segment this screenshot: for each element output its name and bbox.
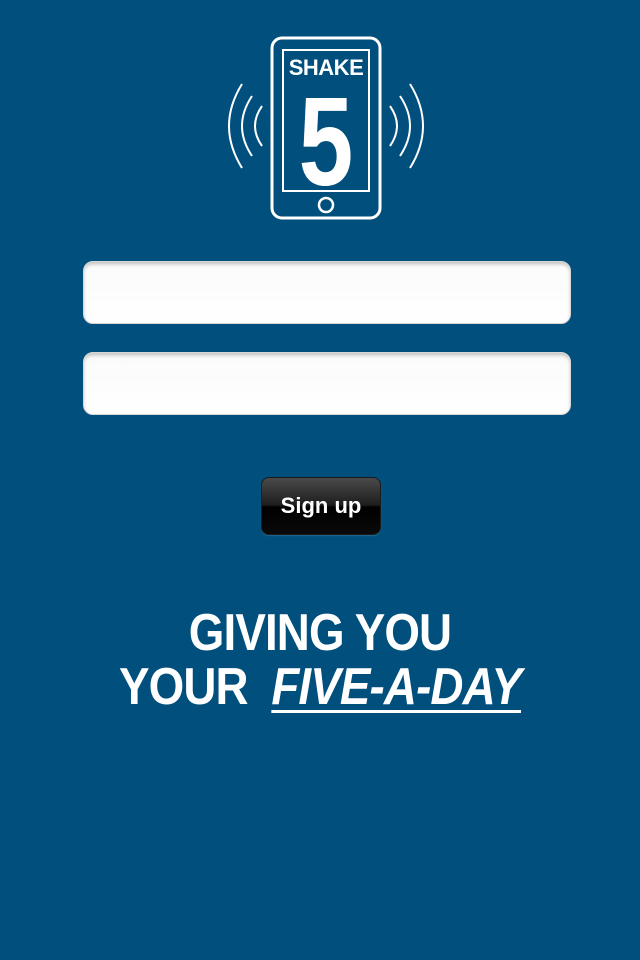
tagline-line-2: YOUR FIVE-A-DAY [38, 660, 601, 714]
tagline-emphasis: FIVE-A-DAY [271, 658, 522, 716]
shaking-phone-icon: SHAKE 5 [228, 36, 424, 220]
sign-up-button[interactable]: Sign up [261, 477, 381, 535]
shake5-logo: SHAKE 5 [220, 36, 432, 222]
tagline: GIVING YOU YOUR FIVE-A-DAY [38, 606, 601, 714]
tagline-prefix: YOUR [118, 658, 249, 716]
username-field[interactable] [83, 261, 571, 324]
logo-number: 5 [299, 71, 354, 212]
password-field[interactable] [83, 352, 571, 415]
tagline-line-1: GIVING YOU [188, 604, 452, 662]
